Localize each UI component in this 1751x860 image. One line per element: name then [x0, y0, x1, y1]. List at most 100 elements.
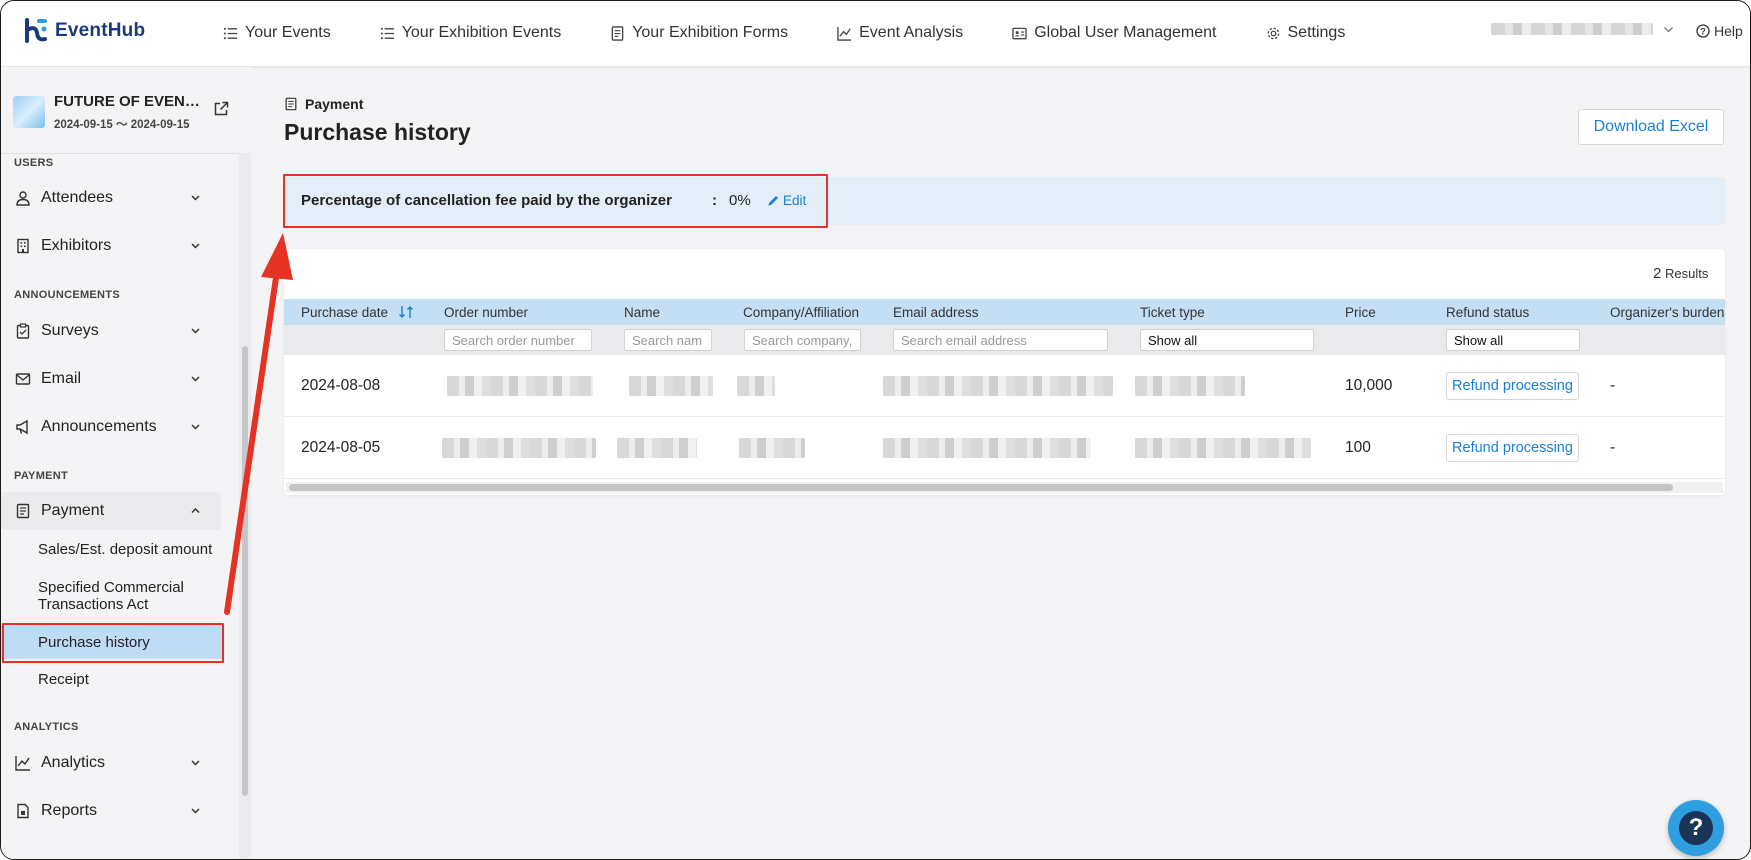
list-icon — [223, 27, 238, 39]
column-header-ticket-type[interactable]: Ticket type — [1140, 305, 1205, 320]
email-redacted — [883, 376, 1113, 396]
question-circle-icon: ? — [1696, 24, 1710, 38]
sidebar-item-email[interactable]: Email — [1, 360, 221, 398]
sidebar-subitem-commercial-transactions[interactable]: Specified Commercial Transactions Act — [1, 579, 223, 613]
highlight-box-cancellation-fee — [283, 174, 828, 228]
name-search-input[interactable] — [624, 329, 712, 351]
subitem-label-line1: Specified Commercial — [38, 579, 184, 596]
sidebar-item-label: Email — [41, 370, 82, 387]
purchase-date-cell: 2024-08-08 — [301, 377, 381, 394]
help-chat-button[interactable]: ? — [1668, 800, 1724, 856]
highlight-box-purchase-history — [2, 623, 224, 663]
name-redacted — [617, 438, 697, 458]
chart-icon — [15, 756, 30, 771]
column-header-price[interactable]: Price — [1345, 305, 1376, 320]
organizer-burden-cell: - — [1610, 439, 1616, 456]
column-header-name[interactable]: Name — [624, 305, 660, 320]
nav-your-events[interactable]: Your Events — [223, 24, 331, 42]
column-header-order-number[interactable]: Order number — [444, 305, 528, 320]
nav-settings[interactable]: Settings — [1266, 24, 1346, 42]
event-card: FUTURE OF EVEN… 2024-09-15 〜 2024-09-15 — [13, 87, 238, 141]
nav-your-exhibition-events[interactable]: Your Exhibition Events — [380, 24, 561, 42]
price-cell: 10,000 — [1345, 377, 1393, 394]
chevron-up-icon — [191, 507, 200, 514]
sidebar-item-payment[interactable]: Payment — [1, 492, 221, 530]
column-header-purchase-date[interactable]: Purchase date — [301, 305, 416, 320]
price-cell: 100 — [1345, 439, 1371, 456]
sidebar-item-exhibitors[interactable]: Exhibitors — [1, 227, 221, 265]
eventhub-logo-icon — [25, 18, 47, 43]
ticket-type-redacted — [1135, 438, 1311, 458]
nav-label: Settings — [1287, 24, 1346, 41]
results-count: 2 Results — [1653, 265, 1708, 282]
results-label: Results — [1664, 266, 1709, 281]
chevron-down-icon — [1664, 26, 1673, 32]
help-link[interactable]: ? Help — [1696, 23, 1743, 39]
building-icon — [17, 238, 29, 254]
purchase-date-cell: 2024-08-05 — [301, 439, 381, 456]
gear-icon — [1267, 27, 1279, 39]
column-header-company[interactable]: Company/Affiliation — [743, 305, 859, 320]
sidebar-item-label: Exhibitors — [41, 237, 112, 254]
sidebar-item-announcements[interactable]: Announcements — [1, 408, 221, 446]
download-excel-button[interactable]: Download Excel — [1578, 109, 1724, 145]
ticket-type-redacted — [1135, 376, 1245, 396]
nav-your-exhibition-forms[interactable]: Your Exhibition Forms — [610, 24, 788, 42]
nav-global-user-management[interactable]: Global User Management — [1012, 24, 1217, 42]
sidebar-divider — [1, 153, 249, 154]
sidebar-item-reports[interactable]: Reports — [1, 792, 221, 830]
mail-icon — [15, 373, 31, 385]
breadcrumb-label: Payment — [305, 96, 364, 112]
page-title: Purchase history — [284, 119, 471, 145]
id-card-icon — [1012, 27, 1027, 39]
nav-label: Global User Management — [1034, 24, 1217, 41]
company-search-input[interactable] — [744, 329, 861, 351]
megaphone-icon — [16, 419, 28, 435]
sidebar-subitem-receipt[interactable]: Receipt — [1, 671, 223, 688]
order-number-search-input[interactable] — [444, 329, 592, 351]
account-select[interactable] — [1491, 23, 1674, 35]
chevron-down-icon — [191, 424, 200, 430]
clipboard-icon — [16, 323, 30, 339]
sidebar-item-label: Reports — [41, 802, 98, 819]
chevron-down-icon — [191, 328, 200, 334]
chevron-down-icon — [191, 195, 200, 201]
column-header-refund-status[interactable]: Refund status — [1446, 305, 1529, 320]
sort-icon[interactable] — [398, 305, 416, 319]
sidebar-item-label: Analytics — [41, 754, 106, 771]
form-icon — [611, 25, 624, 41]
refund-status-select[interactable]: Show all — [1446, 329, 1580, 351]
column-header-organizer-burden[interactable]: Organizer's burden — [1610, 305, 1725, 320]
chevron-down-icon — [191, 760, 200, 766]
nav-label: Your Events — [245, 24, 331, 41]
sidebar-item-label: Surveys — [41, 322, 99, 339]
organizer-burden-cell: - — [1610, 377, 1616, 394]
event-thumbnail — [13, 96, 45, 128]
sidebar-item-attendees[interactable]: Attendees — [1, 179, 221, 217]
account-name-redacted — [1491, 23, 1653, 35]
event-name: FUTURE OF EVEN… — [54, 93, 200, 110]
logo[interactable]: EventHub — [23, 17, 145, 45]
ticket-type-select[interactable]: Show all — [1140, 329, 1314, 351]
sidebar-item-analytics[interactable]: Analytics — [1, 744, 221, 782]
event-dates: 2024-09-15 〜 2024-09-15 — [54, 119, 190, 131]
receipt-icon — [16, 503, 30, 519]
results-number: 2 — [1653, 265, 1662, 282]
table-horizontal-scrollbar-thumb[interactable] — [289, 484, 1673, 491]
email-search-input[interactable] — [893, 329, 1108, 351]
question-icon: ? — [1679, 811, 1713, 845]
sidebar-item-surveys[interactable]: Surveys — [1, 312, 221, 350]
refund-processing-button[interactable]: Refund processing — [1446, 434, 1579, 462]
person-icon — [16, 191, 30, 206]
column-header-email[interactable]: Email address — [893, 305, 979, 320]
nav-event-analysis[interactable]: Event Analysis — [837, 24, 963, 42]
refund-processing-button[interactable]: Refund processing — [1446, 372, 1579, 400]
external-link-icon[interactable] — [213, 101, 229, 117]
name-redacted — [629, 376, 713, 396]
chevron-down-icon — [191, 808, 200, 814]
list-icon — [380, 27, 394, 39]
order-number-redacted — [442, 438, 596, 458]
sidebar-subitem-sales[interactable]: Sales/Est. deposit amount — [1, 541, 223, 558]
logo-text: EventHub — [55, 20, 146, 41]
sidebar-scrollbar-thumb[interactable] — [242, 346, 248, 796]
